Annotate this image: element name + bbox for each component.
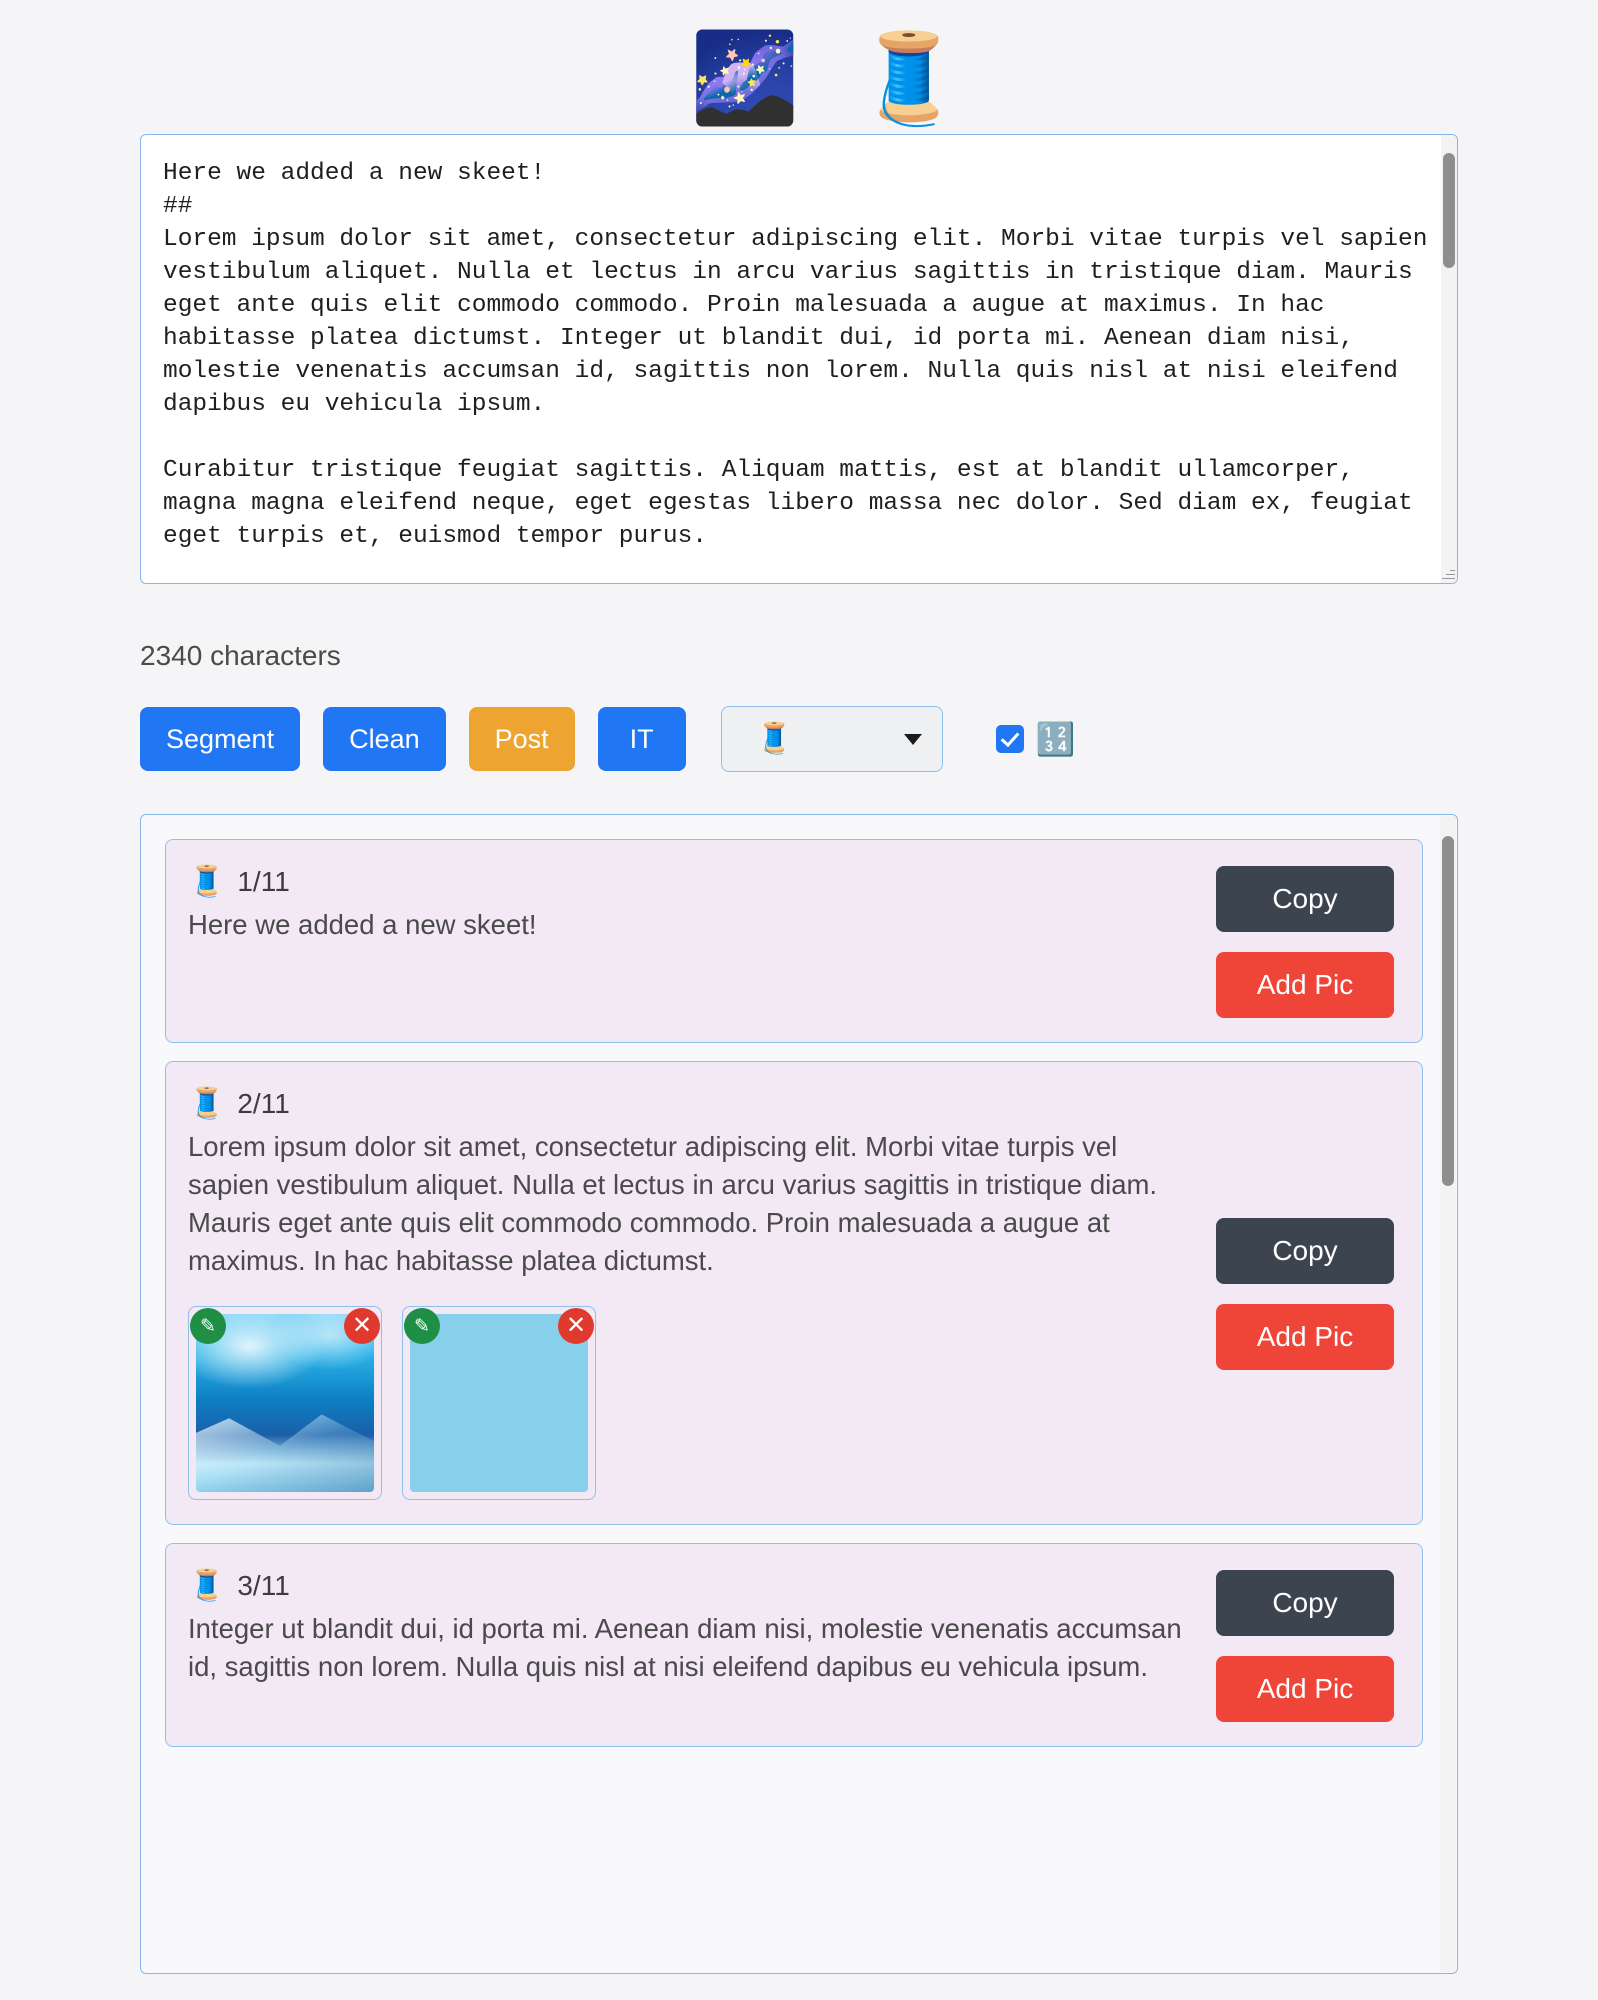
image-thumbnail[interactable]: ✎ ✕ [402,1306,596,1500]
segment-actions: Copy Add Pic [1216,1218,1394,1370]
segments-scrollbar[interactable] [1440,816,1456,1972]
thread-spool-icon: 🧵 [854,28,964,127]
action-toolbar: Segment Clean Post IT 🧵 🔢 [140,706,1458,772]
editor-container: Here we added a new skeet! ## Lorem ipsu… [140,134,1458,584]
segment-header: 🧵 1/11 [188,866,1194,898]
segment-content: 🧵 2/11 Lorem ipsum dolor sit amet, conse… [188,1088,1216,1500]
segments-panel: 🧵 1/11 Here we added a new skeet! Copy A… [140,814,1458,1974]
segment-content: 🧵 3/11 Integer ut blandit dui, id porta … [188,1570,1216,1686]
segment-header: 🧵 3/11 [188,1570,1194,1602]
app-page: 🌌 🧵 Here we added a new skeet! ## Lorem … [0,0,1598,2000]
it-button[interactable]: IT [597,707,686,771]
segment-card: 🧵 2/11 Lorem ipsum dolor sit amet, conse… [165,1061,1423,1525]
segment-content: 🧵 1/11 Here we added a new skeet! [188,866,1216,944]
copy-button[interactable]: Copy [1216,866,1394,932]
character-count: 2340 characters [140,640,341,671]
delete-image-icon[interactable]: ✕ [344,1308,380,1344]
segment-image-list: ✎ ✕ ✎ ✕ [188,1306,1194,1500]
editor-scrollbar-thumb[interactable] [1443,153,1455,268]
add-pic-button[interactable]: Add Pic [1216,952,1394,1018]
image-preview [410,1314,588,1492]
post-button[interactable]: Post [468,707,575,771]
segment-header: 🧵 2/11 [188,1088,1194,1120]
editor-scrollbar[interactable] [1441,135,1457,583]
add-pic-button[interactable]: Add Pic [1216,1304,1394,1370]
thread-spool-icon: 🧵 [188,865,226,898]
milky-way-icon: 🌌 [690,28,800,127]
segment-text: Lorem ipsum dolor sit amet, consectetur … [188,1131,1165,1276]
edit-image-icon[interactable]: ✎ [404,1308,440,1344]
segment-card: 🧵 3/11 Integer ut blandit dui, id porta … [165,1543,1423,1747]
segment-index: 3/11 [237,1570,290,1601]
copy-button[interactable]: Copy [1216,1218,1394,1284]
post-text-editor[interactable]: Here we added a new skeet! ## Lorem ipsu… [140,134,1458,584]
clean-button[interactable]: Clean [323,707,446,771]
header-emoji-row: 🌌 🧵 [0,0,1598,130]
copy-button[interactable]: Copy [1216,1570,1394,1636]
segment-card: 🧵 1/11 Here we added a new skeet! Copy A… [165,839,1423,1043]
segment-text: Here we added a new skeet! [188,909,537,940]
thread-spool-icon: 🧵 [188,1087,226,1120]
numbering-toggle-group: 🔢 [995,721,1076,757]
segment-button[interactable]: Segment [140,707,301,771]
segment-index: 2/11 [237,1088,290,1119]
edit-image-icon[interactable]: ✎ [190,1308,226,1344]
thread-style-select[interactable]: 🧵 [720,706,943,772]
image-preview [196,1314,374,1492]
chevron-down-icon [903,733,922,745]
add-pic-button[interactable]: Add Pic [1216,1656,1394,1722]
editor-resize-handle[interactable] [1441,567,1455,581]
numbering-checkbox[interactable] [995,725,1024,753]
input-numbers-icon: 🔢 [1035,721,1076,757]
segment-text: Integer ut blandit dui, id porta mi. Aen… [188,1613,1190,1682]
segment-actions: Copy Add Pic [1216,1570,1394,1722]
segments-scrollbar-thumb[interactable] [1442,836,1454,1186]
image-thumbnail[interactable]: ✎ ✕ [188,1306,382,1500]
segment-actions: Copy Add Pic [1216,866,1394,1018]
thread-spool-icon: 🧵 [188,1569,226,1602]
thread-style-selected-value: 🧵 [755,722,794,755]
segment-index: 1/11 [237,866,290,897]
delete-image-icon[interactable]: ✕ [558,1308,594,1344]
